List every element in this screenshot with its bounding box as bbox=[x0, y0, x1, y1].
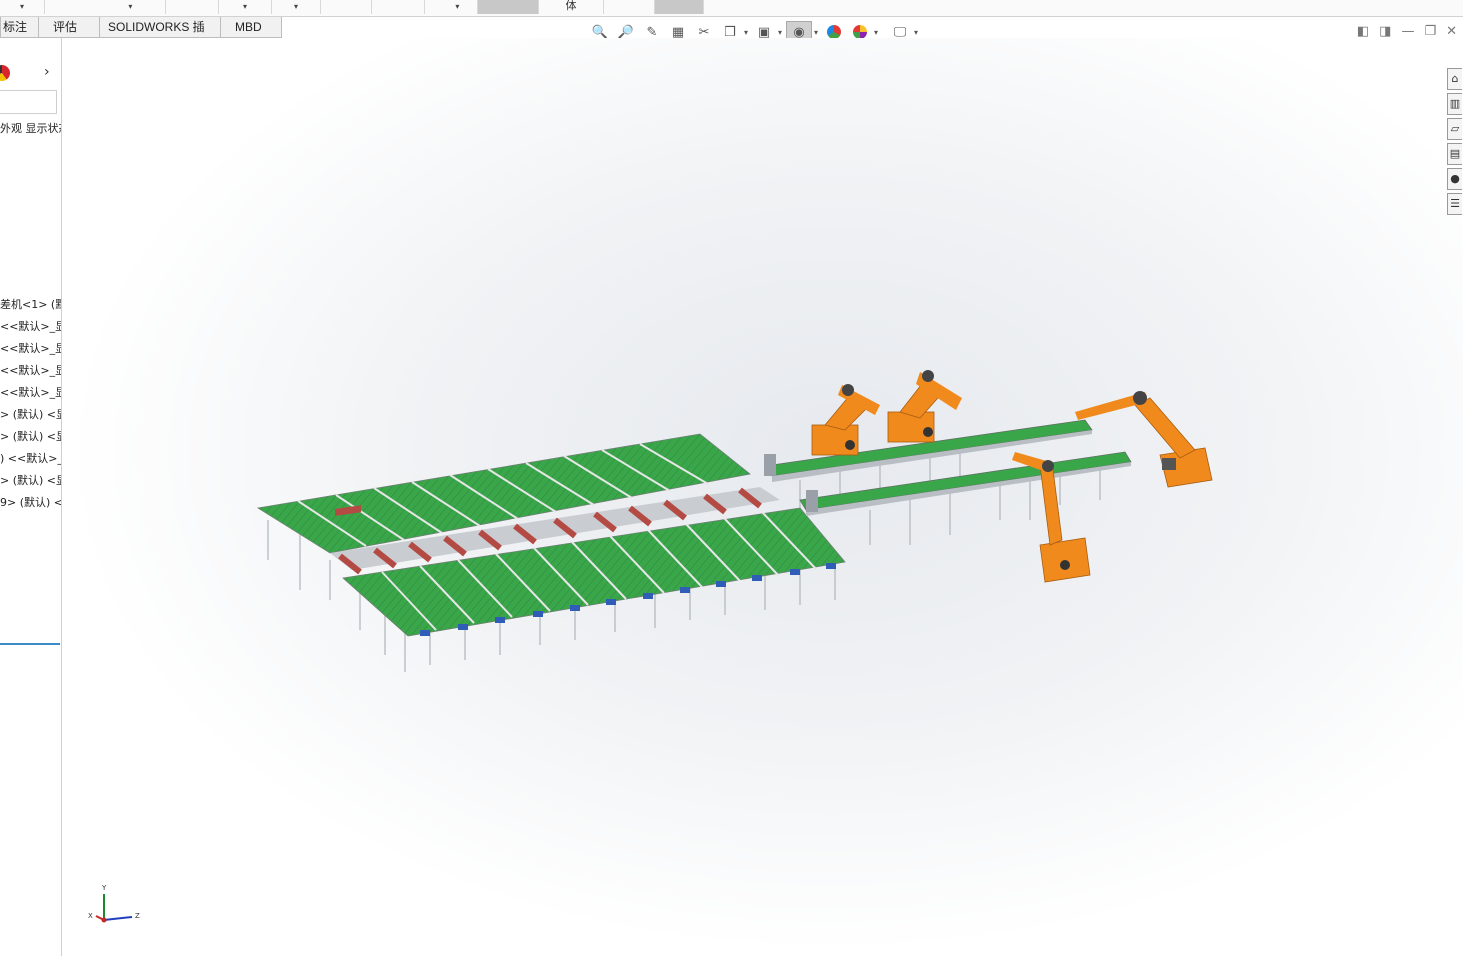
file-explorer-icon[interactable]: ▱ bbox=[1447, 118, 1462, 140]
tree-item[interactable]: 9> (默认) < bbox=[0, 494, 61, 510]
tree-item[interactable]: <<默认>_显 bbox=[0, 340, 61, 356]
view-palette-icon[interactable]: ▤ bbox=[1447, 143, 1462, 165]
robot-3 bbox=[1075, 391, 1213, 488]
tab-evaluate[interactable]: 评估 bbox=[38, 17, 100, 38]
window-controls: ◧ ◨ — ❐ ✕ bbox=[1357, 24, 1457, 39]
z-axis bbox=[103, 916, 133, 921]
tree-item[interactable]: 差机<1> (默 bbox=[0, 296, 61, 312]
z-label: Z bbox=[135, 912, 140, 920]
restore-icon[interactable]: ❐ bbox=[1424, 24, 1436, 39]
body-segment[interactable]: 体 bbox=[539, 0, 604, 14]
task-pane-tabs: ⌂ ▥ ▱ ▤ ● ☰ bbox=[1447, 68, 1463, 218]
dropdown-4[interactable]: ▾ bbox=[272, 0, 321, 14]
filter-input[interactable] bbox=[0, 90, 57, 114]
design-library-icon[interactable]: ▥ bbox=[1447, 93, 1462, 115]
display-state-header: 外观 显示状态 bbox=[0, 122, 61, 135]
home-icon[interactable]: ⌂ bbox=[1447, 68, 1462, 90]
robot-1 bbox=[811, 384, 880, 456]
chevron-down-icon[interactable]: ▾ bbox=[914, 28, 922, 37]
y-label: Y bbox=[101, 884, 107, 892]
body-segment-label: 体 bbox=[565, 0, 577, 12]
display-manager-icon[interactable] bbox=[0, 65, 10, 81]
tree-item[interactable]: > (默认) <显 bbox=[0, 472, 61, 488]
minimize-icon[interactable]: — bbox=[1401, 24, 1414, 39]
dropdown-5[interactable]: ▾ bbox=[425, 0, 478, 14]
dropdown-3[interactable]: ▾ bbox=[219, 0, 272, 14]
chevron-down-icon[interactable]: ▾ bbox=[874, 28, 882, 37]
graphics-area[interactable]: Y Z X bbox=[62, 38, 1463, 956]
chevron-down-icon[interactable]: ▾ bbox=[814, 28, 822, 37]
tree-item[interactable]: ) <<默认>_ bbox=[0, 450, 61, 466]
tab-solidworks-addins[interactable]: SOLIDWORKS 插件 bbox=[99, 17, 221, 54]
robot-2 bbox=[887, 370, 962, 443]
chevron-down-icon[interactable]: ▾ bbox=[744, 28, 752, 37]
coordinate-triad: Y Z X bbox=[88, 884, 140, 923]
tab-mbd[interactable]: MBD bbox=[220, 17, 282, 38]
blank-segment bbox=[166, 0, 219, 14]
tile-right-icon[interactable]: ◨ bbox=[1379, 24, 1391, 39]
custom-properties-icon[interactable]: ☰ bbox=[1447, 193, 1462, 215]
top-command-strip: ▾ ▾ ▾ ▾ ▾ 体 bbox=[0, 0, 1463, 17]
tree-item[interactable]: > (默认) <显 bbox=[0, 428, 61, 444]
chevron-down-icon[interactable]: ▾ bbox=[778, 28, 786, 37]
appearances-icon[interactable]: ● bbox=[1447, 168, 1462, 190]
dropdown-1[interactable]: ▾ bbox=[0, 0, 45, 14]
tree-item[interactable]: <<默认>_显 bbox=[0, 318, 61, 334]
active-segment[interactable] bbox=[478, 0, 539, 14]
panel-splitter[interactable] bbox=[0, 643, 60, 645]
x-label: X bbox=[88, 912, 93, 920]
tree-item[interactable]: <<默认>_显 bbox=[0, 362, 61, 378]
tile-left-icon[interactable]: ◧ bbox=[1357, 24, 1369, 39]
blank-segment-4 bbox=[604, 0, 655, 14]
assembly-model[interactable] bbox=[62, 38, 1463, 956]
close-icon[interactable]: ✕ bbox=[1446, 24, 1457, 39]
tree-item[interactable]: > (默认) <显 bbox=[0, 406, 61, 422]
feature-manager-panel: › 外观 显示状态 差机<1> (默 <<默认>_显 <<默认>_显 <<默认>… bbox=[0, 38, 62, 956]
blank-segment-2 bbox=[321, 0, 372, 14]
active-segment-2[interactable] bbox=[655, 0, 704, 14]
dropdown-2[interactable]: ▾ bbox=[45, 0, 166, 14]
chevron-right-icon[interactable]: › bbox=[44, 64, 50, 80]
blank-segment-3 bbox=[372, 0, 425, 14]
tree-item[interactable]: <<默认>_显 bbox=[0, 384, 61, 400]
command-manager-tabs: 标注 评估 SOLIDWORKS 插件 MBD bbox=[0, 17, 282, 54]
tab-annotate[interactable]: 标注 bbox=[0, 17, 39, 38]
